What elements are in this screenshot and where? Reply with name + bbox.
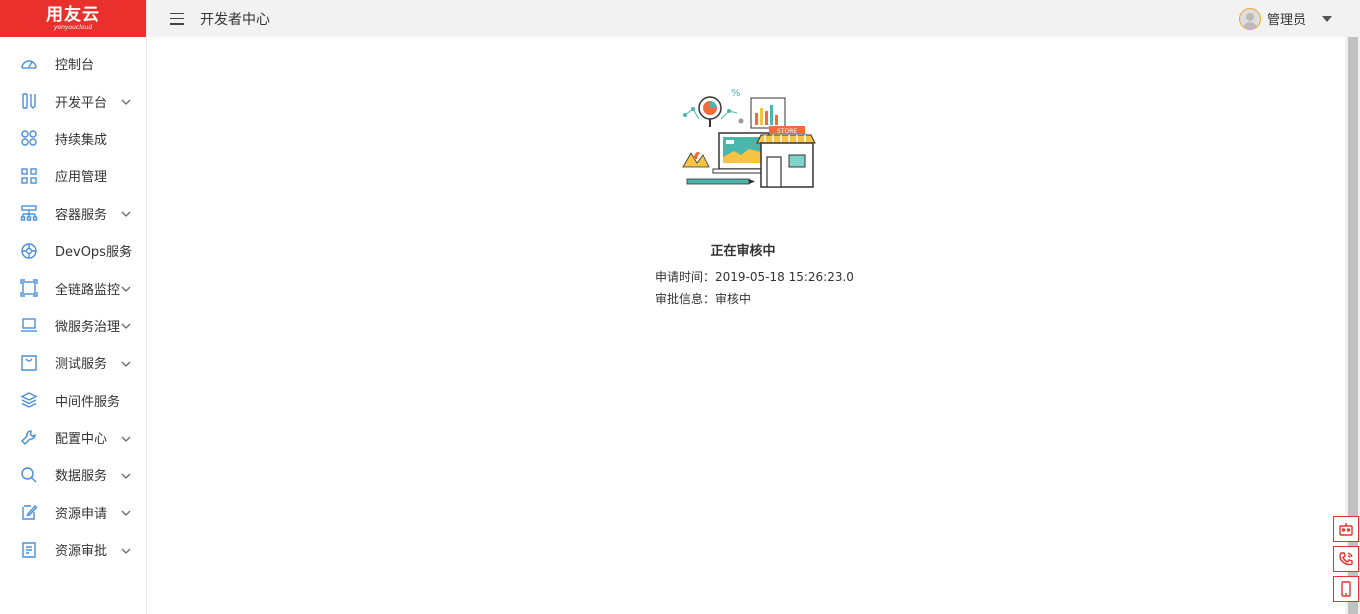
caret-down-icon	[1322, 15, 1332, 22]
chevron-down-icon	[121, 470, 131, 480]
sidebar-item-label: 测试服务	[55, 357, 108, 373]
sidebar-item-full-link-monitor[interactable]: 全链路监控	[0, 269, 146, 306]
sidebar-item-microservice[interactable]: 微服务治理	[0, 307, 146, 344]
top-header: 开发者中心 管理员	[147, 0, 1360, 37]
integration-icon	[19, 128, 39, 148]
sidebar-item-middleware[interactable]: 中间件服务	[0, 382, 146, 419]
sidebar-item-label: 开发平台	[55, 95, 108, 111]
monitor-frame-icon	[19, 278, 39, 298]
review-illustration: % STORE	[682, 88, 816, 188]
sidebar-item-resource-approval[interactable]: 资源审批	[0, 531, 146, 568]
phone-support-button[interactable]	[1333, 546, 1359, 572]
sidebar-item-config-center[interactable]: 配置中心	[0, 419, 146, 456]
search-data-icon	[19, 465, 39, 485]
test-bag-icon	[19, 353, 39, 373]
layers-icon	[19, 390, 39, 410]
avatar	[1238, 7, 1261, 30]
sidebar-item-app-management[interactable]: 应用管理	[0, 157, 146, 194]
logo-text: 用友云	[46, 4, 100, 25]
sidebar-item-label: 全链路监控	[55, 282, 121, 298]
sidebar-item-label: 控制台	[55, 58, 95, 74]
chevron-down-icon	[121, 358, 131, 368]
apps-grid-icon	[19, 166, 39, 186]
sidebar-menu: 控制台 开发平台 持续集成 应用管理 容器服务 DevOps服务 全链路监控 微…	[0, 37, 146, 568]
floating-toolbar	[1333, 516, 1360, 606]
chevron-down-icon	[121, 246, 131, 256]
sidebar-item-devops[interactable]: DevOps服务	[0, 232, 146, 269]
robot-icon	[1339, 523, 1353, 536]
sidebar-item-resource-request[interactable]: 资源申请	[0, 494, 146, 531]
chevron-down-icon	[121, 208, 131, 218]
sidebar-item-console[interactable]: 控制台	[0, 45, 146, 82]
sidebar: 用友云 yonyoucloud 控制台 开发平台 持续集成 应用管理 容器服务 …	[0, 0, 147, 614]
chevron-down-icon	[121, 283, 131, 293]
approval-info-row: 审批信息：审核中	[655, 290, 751, 307]
chevron-down-icon	[121, 433, 131, 443]
sidebar-item-label: 资源审批	[55, 544, 108, 560]
sidebar-item-data-service[interactable]: 数据服务	[0, 456, 146, 493]
dev-platform-icon	[19, 91, 39, 111]
chevron-down-icon	[121, 545, 131, 555]
sidebar-item-label: 数据服务	[55, 469, 108, 485]
dashboard-icon	[19, 54, 39, 74]
container-tree-icon	[19, 203, 39, 223]
store-sign-text: STORE	[777, 128, 797, 135]
logo-subtext: yonyoucloud	[53, 23, 93, 31]
phone-icon	[1339, 552, 1353, 566]
mobile-icon	[1341, 581, 1351, 597]
page-title: 开发者中心	[200, 11, 270, 28]
apply-time-label: 申请时间：	[655, 270, 716, 284]
request-edit-icon	[19, 502, 39, 522]
menu-toggle-icon[interactable]	[170, 12, 184, 25]
approval-info-label: 审批信息：	[655, 292, 716, 306]
mobile-app-button[interactable]	[1333, 576, 1359, 602]
sidebar-item-dev-platform[interactable]: 开发平台	[0, 82, 146, 119]
robot-assistant-button[interactable]	[1333, 516, 1359, 542]
sidebar-item-label: 持续集成	[55, 132, 108, 148]
chevron-down-icon	[121, 507, 131, 517]
user-menu[interactable]: 管理员	[1238, 0, 1332, 37]
sidebar-item-test-service[interactable]: 测试服务	[0, 344, 146, 381]
chevron-down-icon	[121, 320, 131, 330]
user-name: 管理员	[1266, 13, 1306, 28]
sidebar-item-label: 资源申请	[55, 506, 108, 522]
apply-time-value: 2019-05-18 15:26:23.0	[715, 270, 854, 284]
laptop-icon	[19, 315, 39, 335]
sidebar-item-label: 微服务治理	[55, 319, 121, 335]
sidebar-item-ci[interactable]: 持续集成	[0, 120, 146, 157]
brand-logo[interactable]: 用友云 yonyoucloud	[0, 0, 146, 37]
sidebar-item-label: 应用管理	[55, 170, 108, 186]
approval-doc-icon	[19, 540, 39, 560]
svg-text:%: %	[731, 88, 741, 99]
review-status-title: 正在审核中	[710, 244, 776, 259]
sidebar-item-label: 配置中心	[55, 432, 108, 448]
sidebar-item-container[interactable]: 容器服务	[0, 195, 146, 232]
wrench-icon	[19, 428, 39, 448]
main-content: % STORE 正在审核中 申请时间：2019-05-18 15:26:23.0…	[147, 37, 1345, 614]
sidebar-item-label: 中间件服务	[55, 394, 121, 410]
apply-time-row: 申请时间：2019-05-18 15:26:23.0	[655, 268, 854, 285]
devops-icon	[19, 241, 39, 261]
chevron-down-icon	[121, 96, 131, 106]
approval-info-value: 审核中	[715, 292, 752, 306]
sidebar-item-label: 容器服务	[55, 207, 108, 223]
